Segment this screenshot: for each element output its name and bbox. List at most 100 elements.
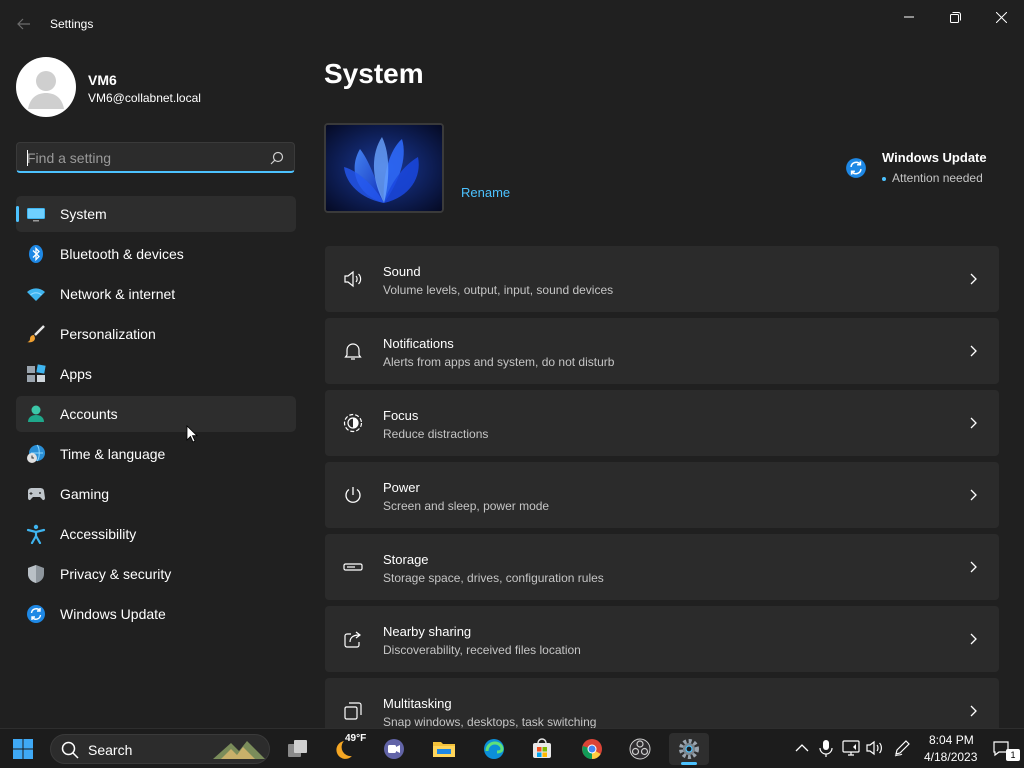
taskbar-search-label: Search <box>88 742 133 758</box>
card-storage[interactable]: Storage Storage space, drives, configura… <box>325 534 999 600</box>
sidebar-item-accounts[interactable]: Accounts <box>16 396 296 432</box>
gamepad-icon <box>28 488 45 501</box>
rename-link[interactable]: Rename <box>461 185 510 200</box>
app-title: Settings <box>50 17 94 31</box>
focus-icon <box>343 413 363 433</box>
user-name: VM6 <box>88 72 117 88</box>
windows-update-status-text: Attention needed <box>882 171 983 185</box>
taskbar: Search 49°F 8:04 PM 4/18/2023 1 <box>0 728 1024 768</box>
card-power[interactable]: Power Screen and sleep, power mode <box>325 462 999 528</box>
back-button[interactable] <box>12 12 36 36</box>
sidebar-item-time-language[interactable]: Time & language <box>16 436 296 472</box>
close-icon <box>995 11 1007 23</box>
card-subtitle: Volume levels, output, input, sound devi… <box>383 283 614 297</box>
mouse-cursor-icon <box>186 425 198 443</box>
chevron-right-icon <box>970 345 977 357</box>
person-icon <box>28 405 44 422</box>
page-title: System <box>324 58 424 89</box>
settings-taskbar-button[interactable] <box>669 733 709 765</box>
card-subtitle: Screen and sleep, power mode <box>383 499 550 513</box>
network-icon[interactable] <box>842 739 860 757</box>
search-input[interactable] <box>27 149 257 167</box>
status-dot <box>882 176 886 181</box>
brush-icon <box>27 325 45 343</box>
taskbar-search[interactable]: Search <box>50 734 270 764</box>
sidebar-nav: System Bluetooth & devices Network & int… <box>16 196 296 636</box>
windows-logo-icon <box>13 739 33 759</box>
minimize-button[interactable] <box>886 0 932 34</box>
chrome-button[interactable] <box>572 733 612 765</box>
globe-clock-icon <box>27 444 45 463</box>
sidebar-item-label: System <box>60 206 107 222</box>
minimize-icon <box>904 16 914 18</box>
sidebar-item-label: Accounts <box>60 406 118 422</box>
windows-update-status[interactable]: Windows Update Attention needed <box>845 148 1005 190</box>
restore-button[interactable] <box>932 0 978 34</box>
find-setting-search[interactable] <box>16 142 295 173</box>
store-button[interactable] <box>522 733 562 765</box>
clock-date[interactable]: 4/18/2023 <box>924 750 977 764</box>
sidebar-item-label: Personalization <box>60 326 156 342</box>
edge-button[interactable] <box>474 733 514 765</box>
notification-count-badge: 1 <box>1006 749 1020 761</box>
storage-icon <box>343 563 363 571</box>
sidebar-item-bluetooth[interactable]: Bluetooth & devices <box>16 236 296 272</box>
store-icon <box>533 738 551 758</box>
search-icon[interactable] <box>270 151 284 165</box>
sync-icon <box>846 158 866 178</box>
chevron-up-icon[interactable] <box>793 739 811 757</box>
card-multitasking[interactable]: Multitasking Snap windows, desktops, tas… <box>325 678 999 728</box>
chevron-right-icon <box>970 417 977 429</box>
wallpaper-bloom-image <box>326 125 442 211</box>
avatar[interactable] <box>16 57 76 117</box>
sidebar-item-label: Network & internet <box>60 286 176 302</box>
sidebar-item-label: Gaming <box>60 486 110 502</box>
sidebar-item-windows-update[interactable]: Windows Update <box>16 596 296 632</box>
settings-card-list: Sound Volume levels, output, input, soun… <box>325 246 999 728</box>
sidebar-item-accessibility[interactable]: Accessibility <box>16 516 296 552</box>
chat-icon <box>384 739 404 759</box>
sidebar-item-apps[interactable]: Apps <box>16 356 296 392</box>
user-avatar-icon <box>28 71 64 109</box>
chevron-right-icon <box>970 561 977 573</box>
desktop-preview[interactable] <box>324 123 444 213</box>
volume-icon[interactable] <box>866 739 884 757</box>
title-bar: Settings <box>0 0 1024 48</box>
sidebar-item-gaming[interactable]: Gaming <box>16 476 296 512</box>
search-highlight-image <box>213 741 265 759</box>
speaker-icon <box>344 270 362 288</box>
bluetooth-icon <box>29 245 43 263</box>
card-notifications[interactable]: Notifications Alerts from apps and syste… <box>325 318 999 384</box>
apps-icon <box>27 364 46 382</box>
microphone-icon[interactable] <box>817 739 835 757</box>
chevron-right-icon <box>970 705 977 717</box>
search-icon <box>61 741 79 759</box>
card-title: Focus <box>383 408 419 423</box>
clock-time[interactable]: 8:04 PM <box>929 733 974 747</box>
card-sound[interactable]: Sound Volume levels, output, input, soun… <box>325 246 999 312</box>
windows-update-title: Windows Update <box>882 150 987 165</box>
status-text: Attention needed <box>892 171 983 185</box>
sidebar-item-label: Bluetooth & devices <box>60 246 184 262</box>
power-icon <box>345 487 361 503</box>
close-button[interactable] <box>978 0 1024 34</box>
card-nearby-sharing[interactable]: Nearby sharing Discoverability, received… <box>325 606 999 672</box>
obs-button[interactable] <box>620 733 660 765</box>
card-subtitle: Alerts from apps and system, do not dist… <box>383 355 615 369</box>
card-focus[interactable]: Focus Reduce distractions <box>325 390 999 456</box>
obs-icon <box>629 738 651 760</box>
start-button[interactable] <box>3 733 43 765</box>
pen-icon[interactable] <box>893 739 911 757</box>
sidebar-item-system[interactable]: System <box>16 196 296 232</box>
card-title: Nearby sharing <box>383 624 472 639</box>
text-caret <box>27 150 28 166</box>
sidebar-item-personalization[interactable]: Personalization <box>16 316 296 352</box>
sidebar-item-network[interactable]: Network & internet <box>16 276 296 312</box>
back-arrow-icon <box>17 18 30 30</box>
file-explorer-button[interactable] <box>424 733 464 765</box>
teams-chat-button[interactable] <box>374 733 414 765</box>
task-view-button[interactable] <box>278 733 318 765</box>
card-title: Power <box>383 480 420 495</box>
sidebar-item-privacy[interactable]: Privacy & security <box>16 556 296 592</box>
chevron-right-icon <box>970 489 977 501</box>
